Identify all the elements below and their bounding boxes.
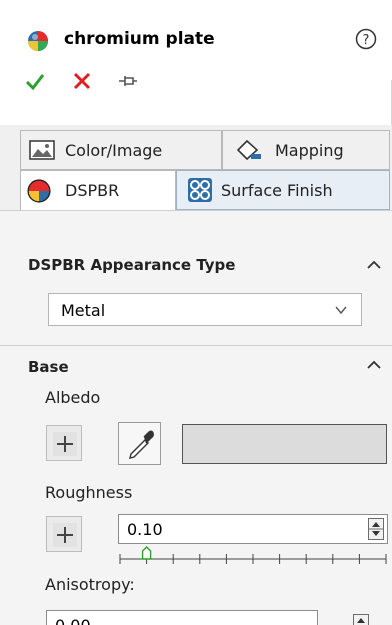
action-bar: [0, 60, 392, 100]
anisotropy-label: Anisotropy:: [45, 575, 135, 594]
tab-dspbr[interactable]: DSPBR: [20, 170, 176, 210]
chevron-down-icon: [335, 306, 347, 315]
eyedropper-icon: [129, 430, 154, 459]
tab-strip: Color/Image Mapping DSPBR Surface Finish: [0, 125, 392, 215]
roughness-slider[interactable]: [118, 544, 389, 566]
anisotropy-input[interactable]: 0.00: [46, 610, 369, 625]
slider-thumb[interactable]: [141, 546, 152, 560]
appearance-sphere-icon: [28, 31, 48, 51]
help-circle-icon[interactable]: ?: [355, 28, 377, 50]
roughness-input[interactable]: 0.10: [118, 514, 388, 544]
roughness-label: Roughness: [45, 483, 133, 502]
pushpin-icon[interactable]: [117, 70, 139, 92]
tab-surface-finish[interactable]: Surface Finish: [176, 170, 390, 210]
albedo-label: Albedo: [45, 388, 101, 407]
tab-label: Mapping: [275, 140, 344, 160]
mapping-cube-icon: [237, 139, 261, 161]
dspbr-sphere-icon: [27, 178, 51, 203]
appearance-property-manager: chromium plate ? Color/Image Mapping DSP…: [0, 0, 392, 625]
roughness-spinner[interactable]: [368, 518, 384, 540]
svg-text:?: ?: [363, 33, 370, 48]
eyedropper-button[interactable]: [118, 422, 161, 465]
tab-mapping[interactable]: Mapping: [222, 130, 390, 170]
tab-color-image[interactable]: Color/Image: [20, 130, 222, 170]
roughness-texture-button[interactable]: [46, 516, 82, 552]
plus-icon: [53, 523, 77, 547]
appearance-type-select[interactable]: Metal: [48, 293, 362, 326]
chevron-up-icon[interactable]: [365, 256, 383, 274]
chevron-up-icon[interactable]: [365, 356, 383, 374]
anisotropy-spinner[interactable]: [353, 614, 369, 625]
anisotropy-value: 0.00: [55, 616, 91, 625]
tab-label: Surface Finish: [221, 180, 333, 200]
section-title-base: Base: [28, 358, 69, 376]
spinner-arrows-icon: [357, 618, 365, 623]
albedo-color-swatch[interactable]: [182, 424, 387, 464]
spinner-arrows-icon: [369, 522, 383, 536]
checkmark-icon[interactable]: [24, 70, 46, 92]
page-title: chromium plate: [64, 29, 215, 49]
image-icon: [29, 140, 55, 160]
roughness-value: 0.10: [127, 520, 163, 539]
section-divider: [0, 345, 392, 346]
section-title-appearance-type: DSPBR Appearance Type: [28, 256, 236, 274]
surface-finish-icon: [188, 178, 212, 202]
plus-icon: [53, 432, 77, 456]
albedo-texture-button[interactable]: [46, 425, 82, 461]
select-value: Metal: [61, 301, 106, 320]
close-icon[interactable]: [71, 70, 93, 92]
tab-label: Color/Image: [65, 140, 163, 160]
tab-label: DSPBR: [65, 181, 120, 200]
